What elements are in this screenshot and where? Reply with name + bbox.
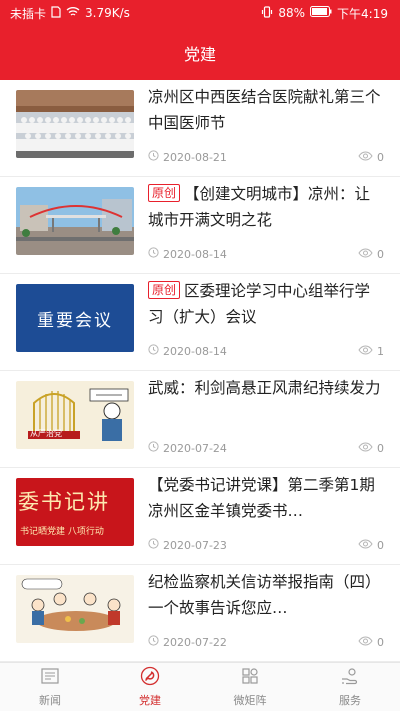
clock-icon	[148, 150, 159, 164]
article-date: 2020-08-21	[163, 150, 227, 164]
article-title[interactable]: 原创 区委理论学习中心组举行学习（扩大）会议	[148, 278, 384, 330]
thumbnail-caption: 重要会议	[37, 310, 113, 331]
thumbnail-subcaption: 书记晒党建 八项行动	[20, 527, 104, 537]
article-title[interactable]: 【党委书记讲党课】第二季第1期凉州区金羊镇党委书…	[148, 472, 384, 524]
article-item[interactable]: 凉州区中西医结合医院献礼第三个中国医师节 2020-08-21 0	[0, 80, 400, 177]
article-date: 2020-08-14	[163, 344, 227, 358]
grid-icon	[240, 666, 260, 689]
article-item[interactable]: 重要会议 原创 区委理论学习中心组举行学习（扩大）会议 2020-08-14 1	[0, 274, 400, 371]
tab-label: 服务	[339, 694, 361, 707]
article-title[interactable]: 武威：利剑高悬正风肃纪持续发力	[148, 375, 384, 427]
tab-party-building[interactable]: 党建	[100, 663, 200, 711]
wifi-icon	[66, 6, 80, 20]
article-date: 2020-07-22	[163, 635, 227, 649]
clock: 下午4:19	[337, 6, 388, 21]
tab-label: 党建	[139, 694, 161, 707]
article-item[interactable]: 纪检监察机关信访举报指南（四） 一个故事告诉您应… 2020-07-22 0	[0, 565, 400, 662]
tab-service[interactable]: 服务	[300, 663, 400, 711]
thumbnail-caption: 从严治党	[30, 429, 62, 438]
article-thumbnail	[16, 90, 134, 158]
clock-icon	[148, 441, 159, 455]
eye-icon	[358, 344, 373, 358]
eye-icon	[358, 441, 373, 455]
status-bar: 未插卡 3.79K/s 88% 下午4:19	[0, 0, 400, 26]
view-count: 0	[377, 635, 384, 649]
clock-icon	[148, 635, 159, 649]
article-date: 2020-07-24	[163, 441, 227, 455]
network-speed: 3.79K/s	[85, 6, 130, 20]
article-title[interactable]: 纪检监察机关信访举报指南（四） 一个故事告诉您应…	[148, 569, 384, 621]
tab-label: 新闻	[39, 694, 61, 707]
eye-icon	[358, 247, 373, 261]
clock-icon	[148, 247, 159, 261]
hand-service-icon	[340, 666, 360, 689]
clock-icon	[148, 538, 159, 552]
tab-label: 微矩阵	[233, 694, 267, 707]
battery-icon	[310, 6, 332, 20]
article-item[interactable]: 从严治党 武威：利剑高悬正风肃纪持续发力 2020-07-24 0	[0, 371, 400, 468]
newspaper-icon	[40, 666, 60, 689]
tab-news[interactable]: 新闻	[0, 663, 100, 711]
vibrate-icon	[261, 5, 273, 21]
eye-icon	[358, 150, 373, 164]
article-item[interactable]: 原创 【创建文明城市】凉州：让城市开满文明之花 2020-08-14 0	[0, 177, 400, 274]
sim-icon	[51, 5, 61, 21]
article-date: 2020-08-14	[163, 247, 227, 261]
carrier-label: 未插卡	[10, 6, 47, 21]
article-thumbnail: 重要会议	[16, 284, 134, 352]
article-item[interactable]: 委书记讲 书记晒党建 八项行动 【党委书记讲党课】第二季第1期凉州区金羊镇党委书…	[0, 468, 400, 565]
original-tag: 原创	[148, 184, 181, 202]
bottom-tab-bar: 新闻 党建 微矩阵 服务	[0, 662, 400, 711]
eye-icon	[358, 635, 373, 649]
article-thumbnail: 委书记讲 书记晒党建 八项行动	[16, 478, 134, 546]
article-thumbnail	[16, 187, 134, 255]
original-tag: 原创	[148, 281, 181, 299]
article-thumbnail: 从严治党	[16, 381, 134, 449]
page-title: 党建	[183, 45, 216, 64]
article-list[interactable]: 凉州区中西医结合医院献礼第三个中国医师节 2020-08-21 0 原创 【创建…	[0, 80, 400, 662]
view-count: 0	[377, 247, 384, 261]
article-title[interactable]: 原创 【创建文明城市】凉州：让城市开满文明之花	[148, 181, 384, 233]
clock-icon	[148, 344, 159, 358]
battery-percent: 88%	[278, 6, 306, 20]
eye-icon	[358, 538, 373, 552]
party-emblem-icon	[140, 666, 160, 689]
thumbnail-caption: 委书记讲	[18, 490, 110, 514]
view-count: 0	[377, 441, 384, 455]
view-count: 0	[377, 538, 384, 552]
view-count: 1	[377, 344, 384, 358]
view-count: 0	[377, 150, 384, 164]
tab-micro-matrix[interactable]: 微矩阵	[200, 663, 300, 711]
article-thumbnail	[16, 575, 134, 643]
article-title[interactable]: 凉州区中西医结合医院献礼第三个中国医师节	[148, 84, 384, 136]
app-header: 未插卡 3.79K/s 88% 下午4:19 党建	[0, 0, 400, 80]
article-date: 2020-07-23	[163, 538, 227, 552]
